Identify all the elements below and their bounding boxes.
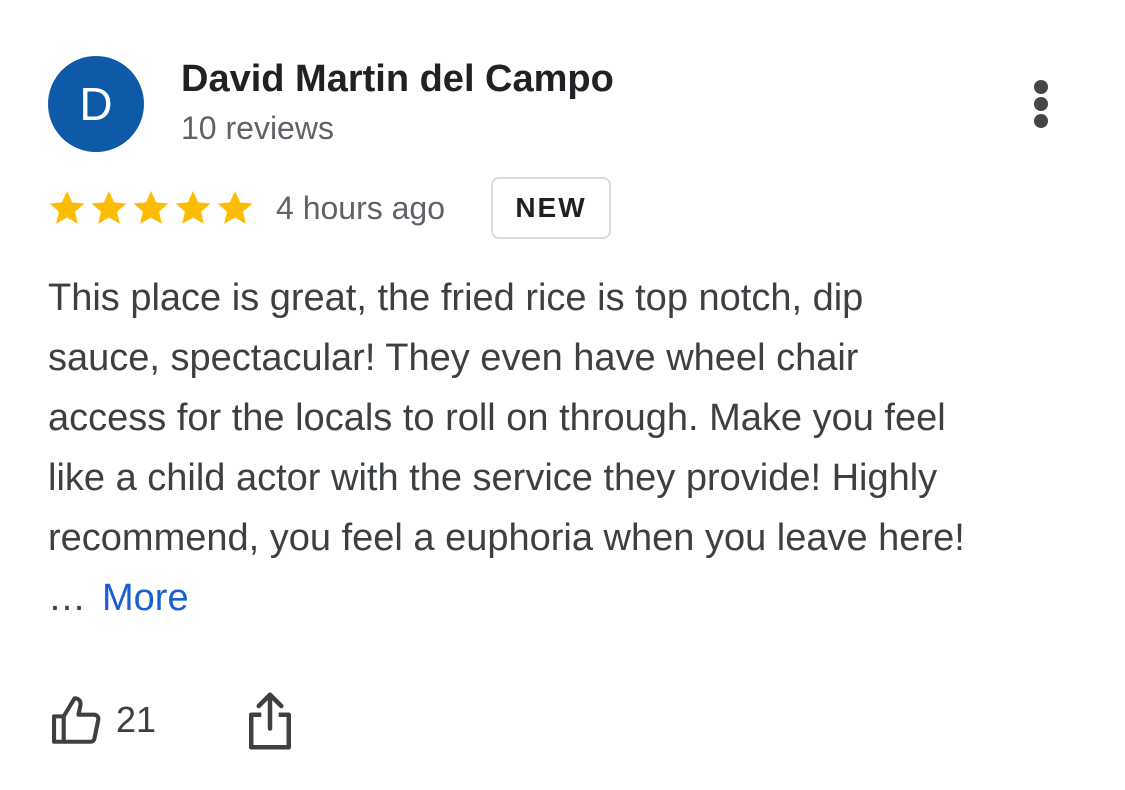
star-icon xyxy=(175,190,211,224)
review-text-line: This place is great, the fried rice is t… xyxy=(48,277,864,319)
like-count: 21 xyxy=(116,699,157,740)
review-text: This place is great, the fried rice is t… xyxy=(48,268,1088,628)
author-name[interactable]: David Martin del Campo xyxy=(181,58,614,101)
star-icon xyxy=(133,190,169,224)
star-icon xyxy=(217,190,253,224)
share-button[interactable] xyxy=(240,688,300,754)
star-rating xyxy=(46,187,256,229)
more-link[interactable]: More xyxy=(102,577,189,619)
author-review-count: 10 reviews xyxy=(181,110,334,146)
review-text-last-line: … More xyxy=(48,568,1088,628)
review-text-line: sauce, spectacular! They even have wheel… xyxy=(48,337,859,379)
review-text-line: like a child actor with the service they… xyxy=(48,457,938,499)
star-icon xyxy=(49,190,85,224)
more-vert-icon[interactable] xyxy=(1016,72,1066,136)
thumbs-up-icon xyxy=(51,696,101,744)
ellipsis: … xyxy=(48,577,86,619)
like-button[interactable]: 21 xyxy=(48,690,156,750)
share-icon xyxy=(249,692,291,750)
review-time: 4 hours ago xyxy=(276,190,446,226)
review-text-line: recommend, you feel a euphoria when you … xyxy=(48,517,965,559)
star-icon xyxy=(91,190,127,224)
avatar[interactable]: D xyxy=(48,56,144,152)
review-text-line: access for the locals to roll on through… xyxy=(48,397,946,439)
new-badge: NEW xyxy=(491,177,611,239)
